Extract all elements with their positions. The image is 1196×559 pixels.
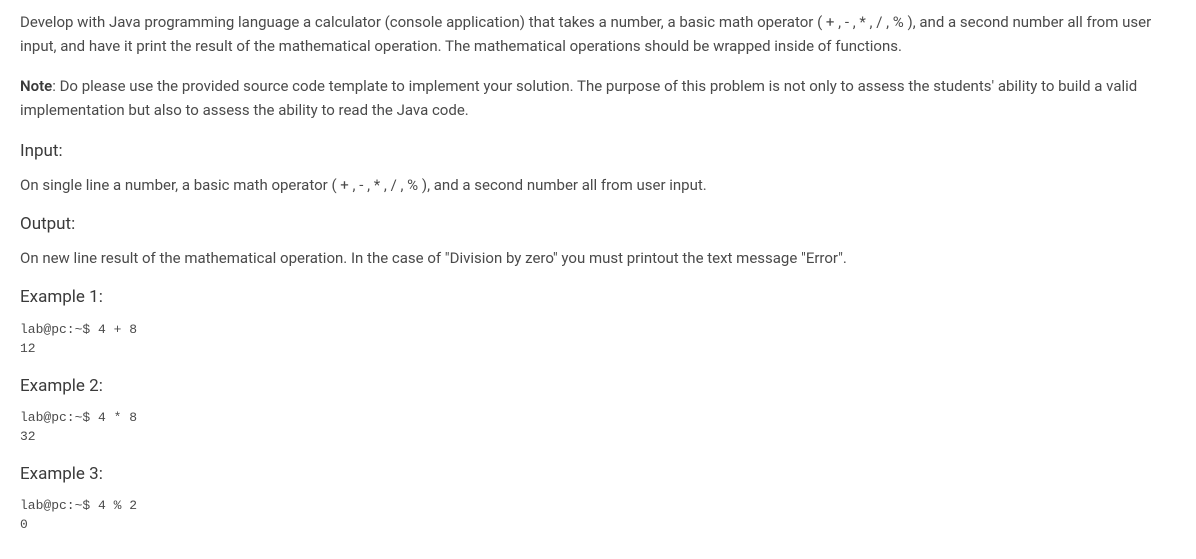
output-description: On new line result of the mathematical o… [20, 246, 1176, 270]
problem-description-paragraph: Develop with Java programming language a… [20, 10, 1176, 58]
note-label: Note [20, 77, 52, 95]
example-3-heading: Example 3: [20, 461, 1176, 488]
example-3-code: lab@pc:~$ 4 % 2 0 [20, 496, 1176, 535]
note-text: : Do please use the provided source code… [20, 77, 1137, 119]
problem-note-paragraph: Note: Do please use the provided source … [20, 74, 1176, 122]
input-description: On single line a number, a basic math op… [20, 173, 1176, 197]
example-2-code-text: lab@pc:~$ 4 * 8 32 [20, 410, 137, 445]
example-2-heading: Example 2: [20, 373, 1176, 400]
output-heading: Output: [20, 211, 1176, 238]
example-1-heading: Example 1: [20, 284, 1176, 311]
example-3-code-text: lab@pc:~$ 4 % 2 0 [20, 498, 137, 533]
example-1-code-text: lab@pc:~$ 4 + 8 12 [20, 322, 137, 357]
example-2-code: lab@pc:~$ 4 * 8 32 [20, 408, 1176, 447]
example-1-code: lab@pc:~$ 4 + 8 12 [20, 320, 1176, 359]
input-heading: Input: [20, 138, 1176, 165]
